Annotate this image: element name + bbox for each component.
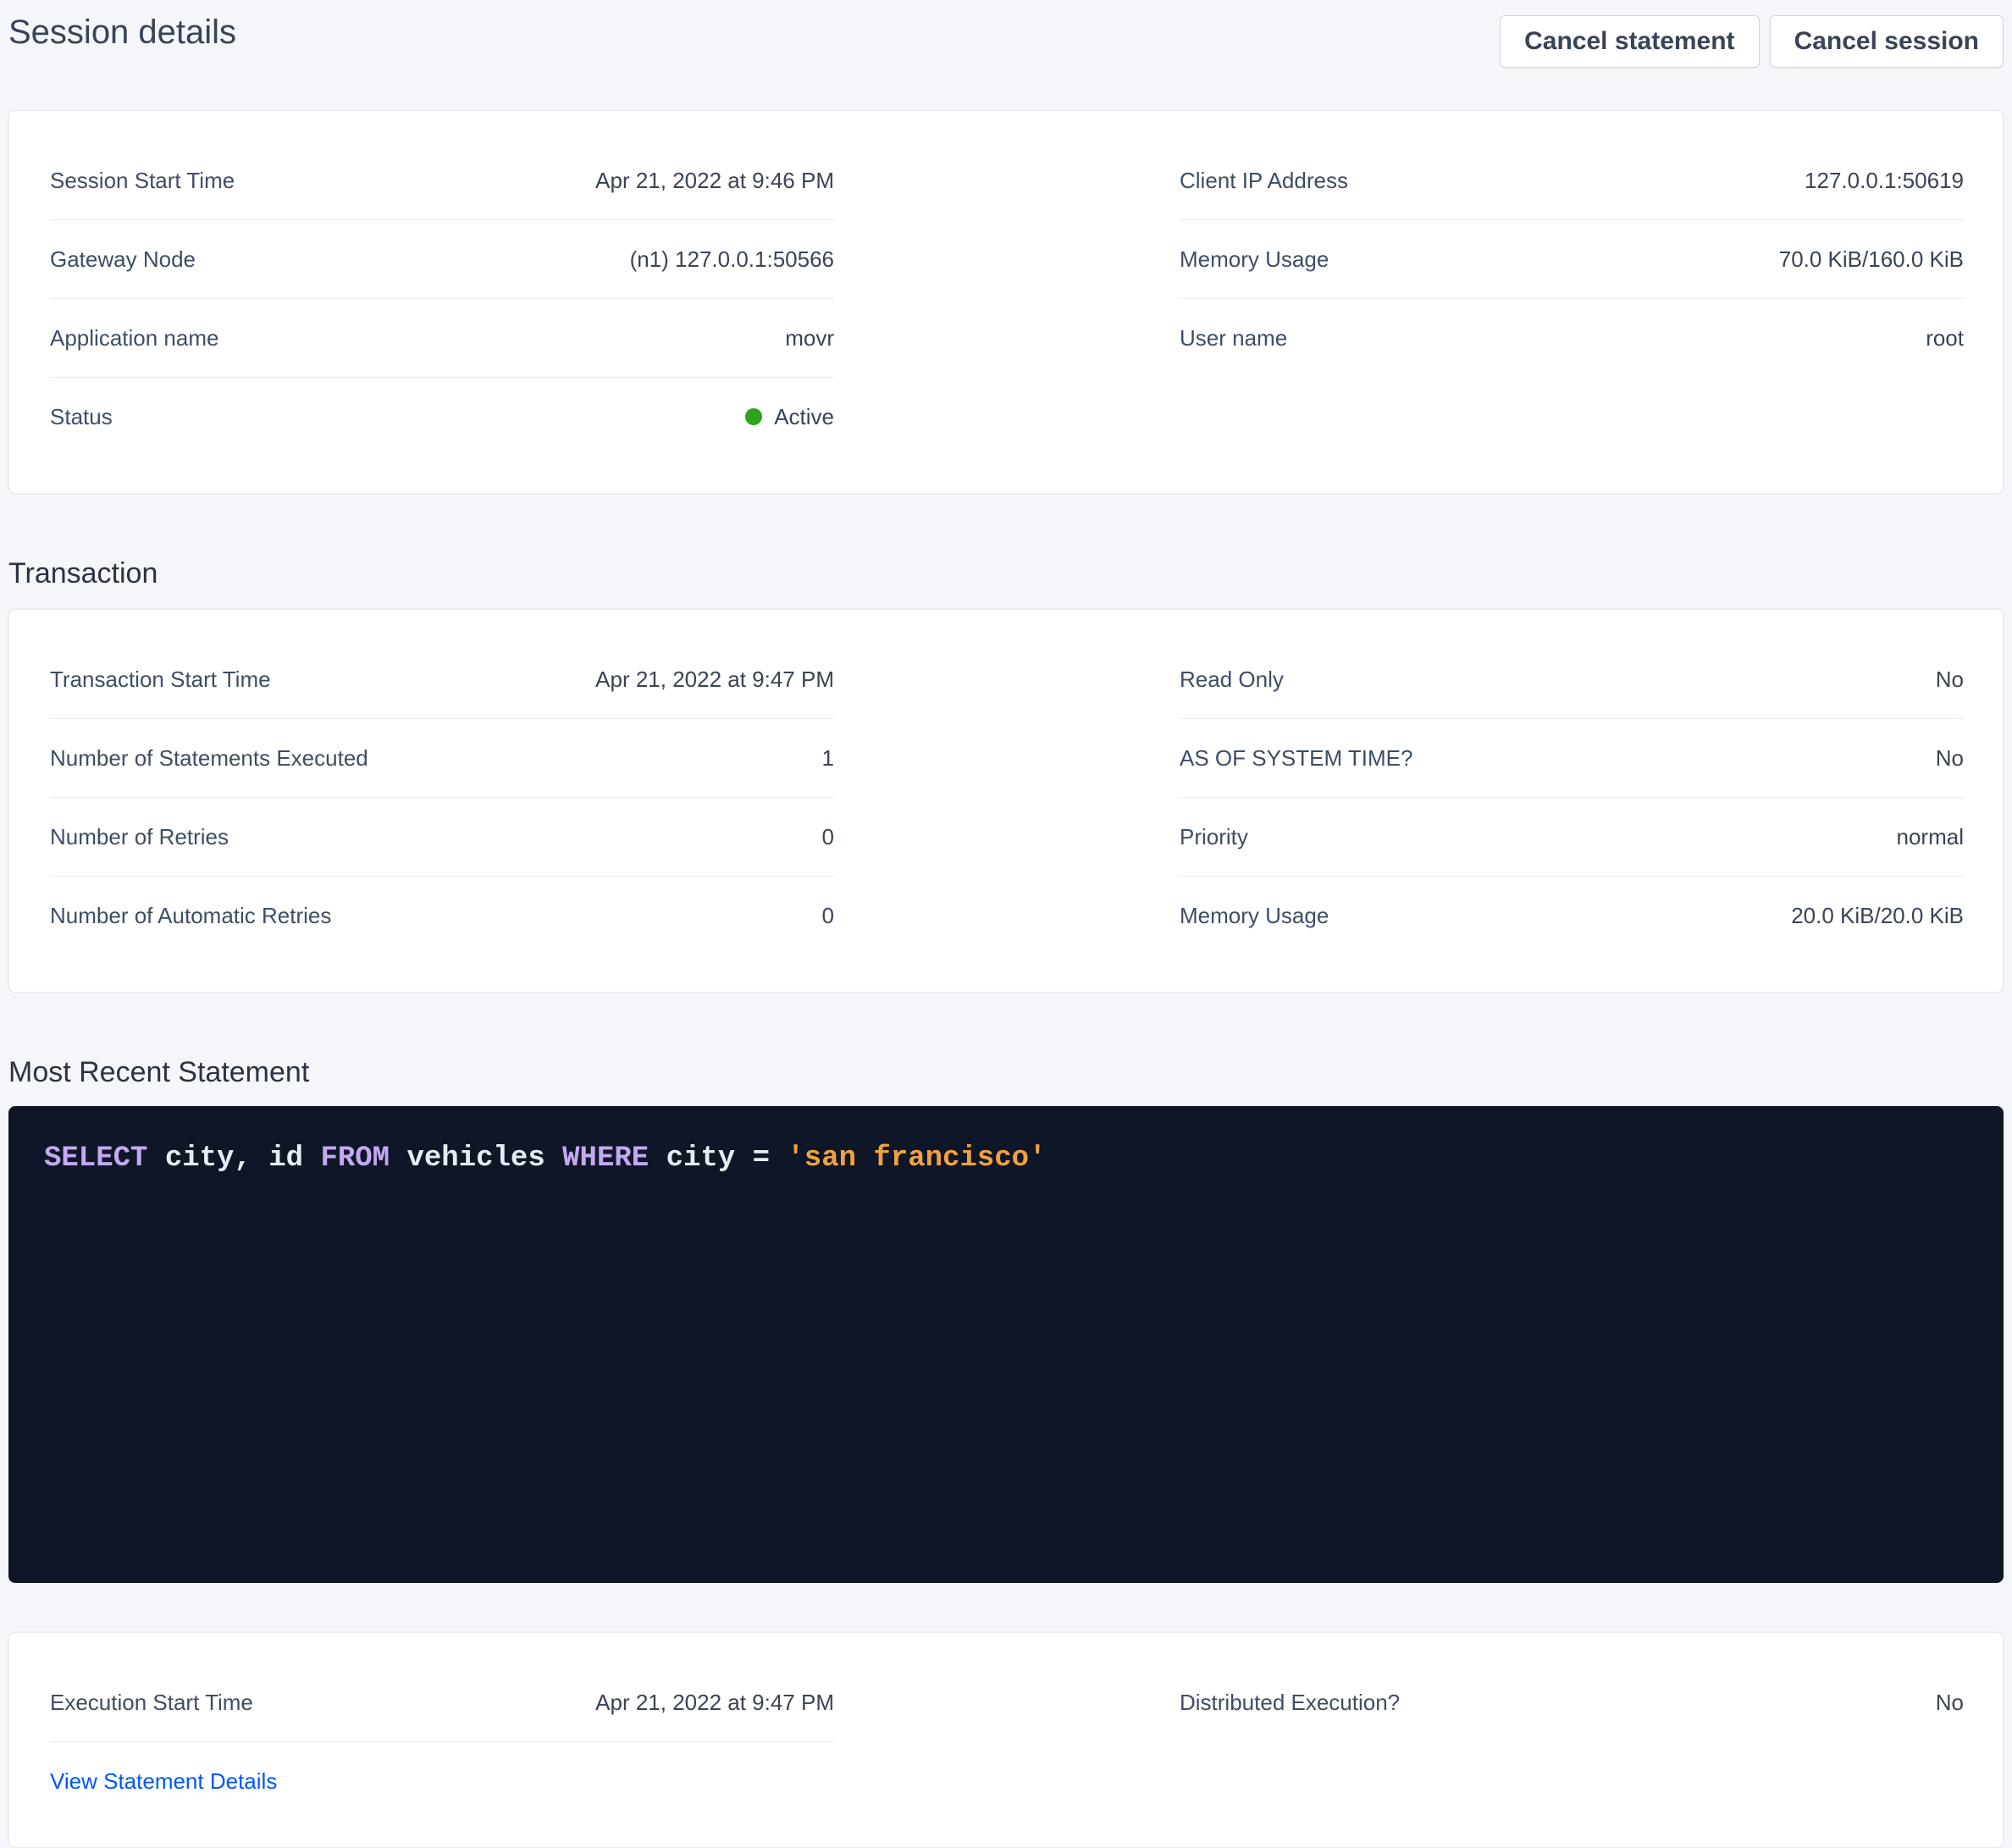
read-only-row: Read Only No xyxy=(1180,640,1964,719)
client-ip-row: Client IP Address 127.0.0.1:50619 xyxy=(1180,141,1964,220)
as-of-system-time-value: No xyxy=(1936,744,1964,772)
transaction-memory-usage-value: 20.0 KiB/20.0 KiB xyxy=(1791,901,1964,930)
page-title: Session details xyxy=(8,12,236,53)
status-active-dot-icon xyxy=(745,408,762,425)
read-only-value: No xyxy=(1936,665,1964,694)
session-start-time-row: Session Start Time Apr 21, 2022 at 9:46 … xyxy=(50,141,834,220)
number-of-retries-value: 0 xyxy=(822,822,834,851)
sql-token-string: 'san francisco' xyxy=(787,1143,1046,1175)
session-start-time-label: Session Start Time xyxy=(50,166,235,195)
as-of-system-time-label: AS OF SYSTEM TIME? xyxy=(1180,744,1412,772)
gateway-node-row: Gateway Node (n1) 127.0.0.1:50566 xyxy=(50,220,834,299)
sql-token-plain: city = xyxy=(649,1143,787,1175)
gateway-node-label: Gateway Node xyxy=(50,245,196,274)
sql-token-keyword: WHERE xyxy=(562,1143,649,1175)
gateway-node-link[interactable]: (n1) 127.0.0.1:50566 xyxy=(630,245,834,274)
priority-row: Priority normal xyxy=(1180,798,1964,877)
statements-executed-row: Number of Statements Executed 1 xyxy=(50,719,834,798)
sql-token-plain: vehicles xyxy=(390,1143,562,1175)
priority-value: normal xyxy=(1897,822,1964,851)
execution-card: Execution Start Time Apr 21, 2022 at 9:4… xyxy=(8,1632,2004,1848)
cancel-statement-button[interactable]: Cancel statement xyxy=(1500,15,1759,68)
session-card-right-column: Client IP Address 127.0.0.1:50619 Memory… xyxy=(1180,141,1964,456)
execution-start-time-row: Execution Start Time Apr 21, 2022 at 9:4… xyxy=(50,1663,834,1742)
session-memory-usage-row: Memory Usage 70.0 KiB/160.0 KiB xyxy=(1180,220,1964,299)
client-ip-value: 127.0.0.1:50619 xyxy=(1805,166,1964,195)
user-name-value: root xyxy=(1926,324,1964,352)
execution-start-time-value: Apr 21, 2022 at 9:47 PM xyxy=(595,1688,834,1717)
priority-label: Priority xyxy=(1180,822,1248,851)
status-value: Active xyxy=(745,402,834,431)
application-name-value: movr xyxy=(785,324,834,352)
status-row: Status Active xyxy=(50,378,834,456)
statements-executed-label: Number of Statements Executed xyxy=(50,744,368,772)
status-text: Active xyxy=(774,402,834,431)
transaction-section-title: Transaction xyxy=(8,555,2004,592)
transaction-start-time-row: Transaction Start Time Apr 21, 2022 at 9… xyxy=(50,640,834,719)
statement-section-title: Most Recent Statement xyxy=(8,1054,2004,1091)
sql-token-keyword: FROM xyxy=(320,1143,390,1175)
execution-card-left-column: Execution Start Time Apr 21, 2022 at 9:4… xyxy=(50,1663,834,1810)
automatic-retries-value: 0 xyxy=(822,901,834,930)
execution-start-time-label: Execution Start Time xyxy=(50,1688,253,1717)
transaction-card-left-column: Transaction Start Time Apr 21, 2022 at 9… xyxy=(50,640,834,954)
client-ip-label: Client IP Address xyxy=(1180,166,1348,195)
session-memory-usage-label: Memory Usage xyxy=(1180,245,1329,274)
status-label: Status xyxy=(50,402,113,431)
automatic-retries-row: Number of Automatic Retries 0 xyxy=(50,877,834,954)
distributed-execution-label: Distributed Execution? xyxy=(1180,1688,1400,1717)
session-summary-card: Session Start Time Apr 21, 2022 at 9:46 … xyxy=(8,110,2004,494)
statements-executed-value: 1 xyxy=(822,744,834,772)
session-memory-usage-value: 70.0 KiB/160.0 KiB xyxy=(1779,245,1964,274)
distributed-execution-row: Distributed Execution? No xyxy=(1180,1663,1964,1741)
execution-card-right-column: Distributed Execution? No xyxy=(1180,1663,1964,1810)
number-of-retries-row: Number of Retries 0 xyxy=(50,798,834,877)
distributed-execution-value: No xyxy=(1936,1688,1964,1717)
user-name-label: User name xyxy=(1180,324,1287,352)
transaction-memory-usage-row: Memory Usage 20.0 KiB/20.0 KiB xyxy=(1180,877,1964,954)
user-name-row: User name root xyxy=(1180,299,1964,377)
application-name-label: Application name xyxy=(50,324,218,352)
transaction-memory-usage-label: Memory Usage xyxy=(1180,901,1329,930)
cancel-session-button[interactable]: Cancel session xyxy=(1770,15,2004,68)
header-actions: Cancel statement Cancel session xyxy=(1500,15,2004,68)
session-start-time-value: Apr 21, 2022 at 9:46 PM xyxy=(595,166,834,195)
transaction-start-time-value: Apr 21, 2022 at 9:47 PM xyxy=(595,665,834,694)
view-statement-details-row: View Statement Details xyxy=(50,1742,834,1810)
automatic-retries-label: Number of Automatic Retries xyxy=(50,901,331,930)
transaction-start-time-label: Transaction Start Time xyxy=(50,665,271,694)
view-statement-details-link[interactable]: View Statement Details xyxy=(50,1767,277,1795)
transaction-card: Transaction Start Time Apr 21, 2022 at 9… xyxy=(8,609,2004,993)
sql-token-keyword: SELECT xyxy=(44,1143,147,1175)
application-name-row: Application name movr xyxy=(50,299,834,378)
page-header: Session details Cancel statement Cancel … xyxy=(0,0,2012,68)
number-of-retries-label: Number of Retries xyxy=(50,822,229,851)
as-of-system-time-row: AS OF SYSTEM TIME? No xyxy=(1180,719,1964,798)
read-only-label: Read Only xyxy=(1180,665,1284,694)
transaction-card-right-column: Read Only No AS OF SYSTEM TIME? No Prior… xyxy=(1180,640,1964,954)
sql-token-plain: city, id xyxy=(147,1143,320,1175)
session-card-left-column: Session Start Time Apr 21, 2022 at 9:46 … xyxy=(50,141,834,456)
sql-statement-text: SELECT city, id FROM vehicles WHERE city… xyxy=(44,1143,1046,1175)
sql-statement-box: SELECT city, id FROM vehicles WHERE city… xyxy=(8,1106,2004,1583)
